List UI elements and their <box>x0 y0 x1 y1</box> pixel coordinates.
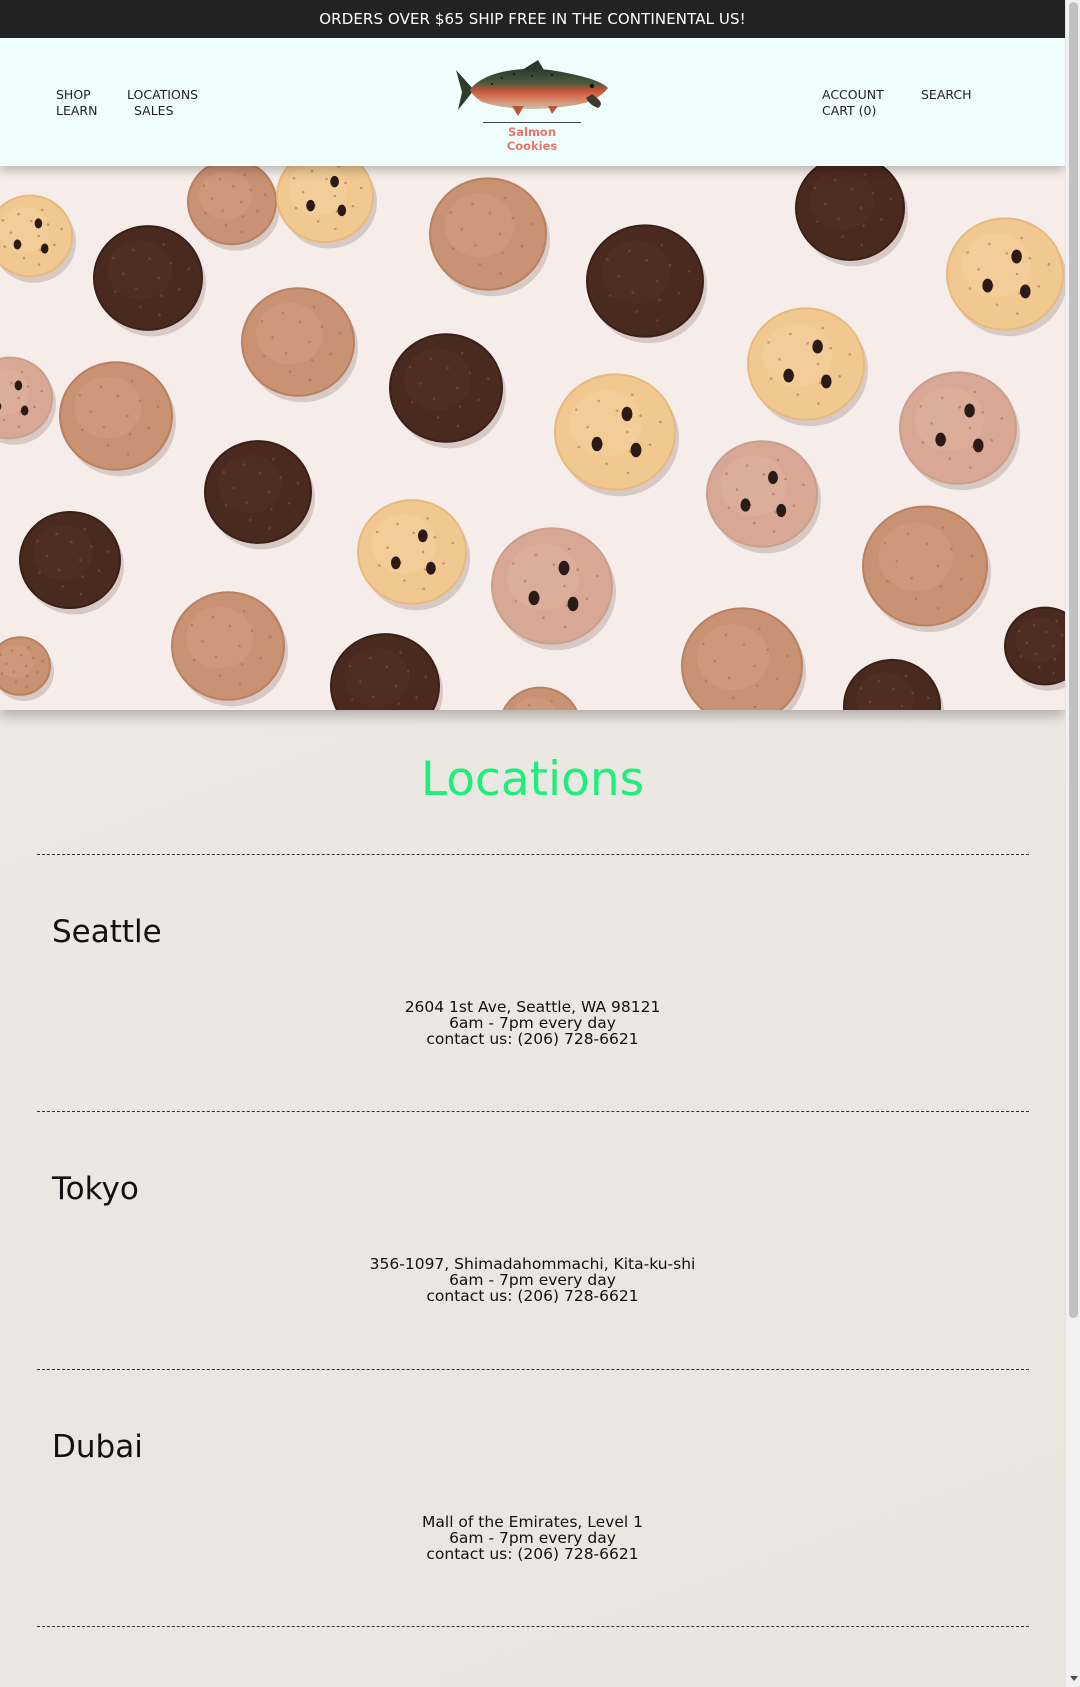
nav-sales-link[interactable]: SALES <box>134 103 174 118</box>
location-hours: 6am - 7pm every day <box>449 1271 616 1289</box>
location-contact: contact us: (206) 728-6621 <box>426 1287 639 1305</box>
nav-learn-link[interactable]: LEARN <box>56 103 97 118</box>
location-info-dubai: Mall of the Emirates, Level 1 6am - 7pm … <box>0 1514 1065 1562</box>
hero-cookies-image <box>0 166 1065 710</box>
nav-account-link[interactable]: ACCOUNT <box>822 87 884 102</box>
location-info-tokyo: 356-1097, Shimadahommachi, Kita-ku-shi 6… <box>0 1256 1065 1304</box>
location-hours: 6am - 7pm every day <box>449 1529 616 1547</box>
location-hours: 6am - 7pm every day <box>449 1014 616 1032</box>
nav-search-link[interactable]: SEARCH <box>921 87 972 102</box>
nav-locations-link[interactable]: LOCATIONS <box>127 87 198 102</box>
announcement-text: ORDERS OVER $65 SHIP FREE IN THE CONTINE… <box>319 10 746 28</box>
location-address: Mall of the Emirates, Level 1 <box>422 1513 643 1531</box>
divider <box>37 1626 1029 1627</box>
location-address: 2604 1st Ave, Seattle, WA 98121 <box>404 998 661 1016</box>
nav-cart-link[interactable]: CART (0) <box>822 103 876 118</box>
location-info-seattle: 2604 1st Ave, Seattle, WA 98121 6am - 7p… <box>0 999 1065 1047</box>
city-heading-tokyo: Tokyo <box>52 1171 139 1207</box>
site-header: SHOP LEARN LOCATIONS SALES Salmon Cookie… <box>0 38 1065 166</box>
scrollbar-thumb[interactable] <box>1069 2 1078 1318</box>
divider <box>37 854 1029 855</box>
location-address: 356-1097, Shimadahommachi, Kita-ku-shi <box>369 1255 696 1273</box>
announcement-bar: ORDERS OVER $65 SHIP FREE IN THE CONTINE… <box>0 0 1065 38</box>
city-heading-dubai: Dubai <box>52 1429 143 1465</box>
cookies-photo <box>0 166 1065 710</box>
scroll-down-icon[interactable] <box>1070 1676 1078 1681</box>
page: ORDERS OVER $65 SHIP FREE IN THE CONTINE… <box>0 0 1065 1687</box>
city-heading-seattle: Seattle <box>52 914 162 950</box>
vertical-scrollbar[interactable] <box>1065 0 1080 1687</box>
location-contact: contact us: (206) 728-6621 <box>426 1545 639 1563</box>
nav-shop-link[interactable]: SHOP <box>56 87 91 102</box>
salmon-logo-graphic <box>456 60 608 116</box>
locations-title: Locations <box>420 752 645 807</box>
location-contact: contact us: (206) 728-6621 <box>426 1030 639 1048</box>
brand-name[interactable]: Salmon Cookies <box>483 122 581 153</box>
divider <box>37 1369 1029 1370</box>
divider <box>37 1111 1029 1112</box>
